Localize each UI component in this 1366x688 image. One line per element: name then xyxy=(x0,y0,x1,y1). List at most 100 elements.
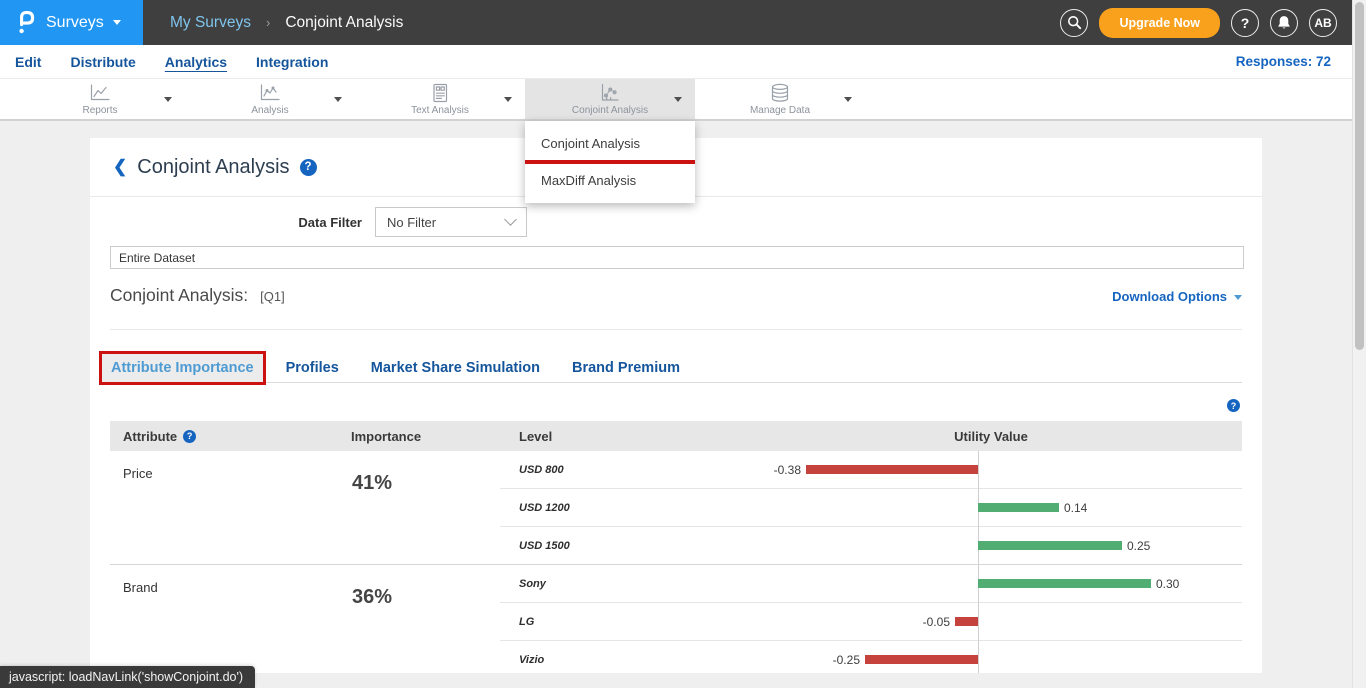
menu-item-conjoint-analysis[interactable]: Conjoint Analysis xyxy=(525,127,695,160)
attribute-name: Brand xyxy=(110,565,335,673)
attribute-name: Price xyxy=(110,451,335,564)
level-name: USD 1500 xyxy=(500,540,740,552)
breadcrumb-parent-link[interactable]: My Surveys xyxy=(170,14,251,32)
level-row: USD 800-0.38 xyxy=(500,451,1242,488)
data-filter-select[interactable]: No Filter xyxy=(375,207,527,237)
tab-brand-premium[interactable]: Brand Premium xyxy=(563,354,689,382)
nav-item-edit[interactable]: Edit xyxy=(15,54,41,70)
breadcrumb-current: Conjoint Analysis xyxy=(285,14,403,32)
page-title: Conjoint Analysis xyxy=(137,156,289,179)
negative-bar-wrap: -0.38 xyxy=(740,451,978,488)
negative-bar-wrap: -0.25 xyxy=(740,641,978,673)
section-divider xyxy=(110,329,1242,330)
product-switcher[interactable]: Surveys xyxy=(0,0,143,45)
level-row: USD 12000.14 xyxy=(500,488,1242,526)
upgrade-now-button[interactable]: Upgrade Now xyxy=(1099,8,1220,38)
tab-profiles[interactable]: Profiles xyxy=(277,354,348,382)
attribute-header-label: Attribute xyxy=(123,429,177,444)
conjoint-analysis-icon xyxy=(598,82,622,103)
analysis-section-header: Conjoint Analysis: [Q1] Download Options xyxy=(110,285,1242,311)
dataset-input[interactable] xyxy=(110,246,1244,269)
chevron-down-icon[interactable] xyxy=(674,97,682,102)
breadcrumb-separator: › xyxy=(266,15,270,30)
back-chevron-icon[interactable]: ❮ xyxy=(113,157,127,177)
header-actions: Upgrade Now ? AB xyxy=(1060,8,1352,38)
result-tabs: Attribute Importance Profiles Market Share… xyxy=(102,354,1242,383)
levels-block: USD 800-0.38USD 12000.14 USD 1500 0.25 xyxy=(500,451,1242,564)
nav-item-distribute[interactable]: Distribute xyxy=(70,54,135,70)
top-header: Surveys My Surveys › Conjoint Analysis U… xyxy=(0,0,1352,45)
utility-value-label: 0.25 xyxy=(1127,539,1150,553)
utility-value-label: 0.30 xyxy=(1156,577,1179,591)
toolbar-item-label: Analysis xyxy=(251,105,288,116)
toolbar-item-label: Conjoint Analysis xyxy=(572,105,648,116)
nav-item-integration[interactable]: Integration xyxy=(256,54,328,70)
scrollbar-thumb[interactable] xyxy=(1355,2,1364,350)
utility-bar-area: 0.25 xyxy=(740,527,1242,564)
column-header-attribute: Attribute? xyxy=(110,429,335,444)
responses-count-link[interactable]: Responses: 72 xyxy=(1236,54,1352,69)
toolbar-item-label: Text Analysis xyxy=(411,105,469,116)
toolbar-item-analysis[interactable]: Analysis xyxy=(185,79,355,119)
positive-bar-wrap: 0.14 xyxy=(978,489,1242,526)
reports-chart-icon xyxy=(88,82,112,103)
page-scrollbar[interactable] xyxy=(1352,0,1366,688)
survey-subnav: Edit Distribute Analytics Integration Respo… xyxy=(0,45,1352,79)
toolbar-item-conjoint-analysis[interactable]: Conjoint Analysis xyxy=(525,79,695,119)
section-title: Conjoint Analysis: xyxy=(110,285,248,306)
page-help-icon[interactable]: ? xyxy=(300,159,317,176)
nav-item-analytics[interactable]: Analytics xyxy=(165,54,227,70)
product-menu-label: Surveys xyxy=(46,14,104,32)
utility-value-label: -0.38 xyxy=(774,463,801,477)
table-help-icon[interactable]: ? xyxy=(1227,399,1240,412)
toolbar-item-text-analysis[interactable]: Text Analysis xyxy=(355,79,525,119)
negative-bar-wrap: -0.05 xyxy=(740,603,978,640)
table-header-row: Attribute?ImportanceLevelUtility Value xyxy=(110,421,1242,451)
utility-value-label: 0.14 xyxy=(1064,501,1087,515)
attribute-importance-table: Attribute?ImportanceLevelUtility ValuePr… xyxy=(110,421,1242,673)
notifications-button[interactable] xyxy=(1270,9,1298,37)
utility-bar xyxy=(806,465,978,474)
level-name: Sony xyxy=(500,578,740,590)
search-icon xyxy=(1067,15,1082,30)
utility-value-label: -0.25 xyxy=(833,653,860,667)
utility-bar-area: -0.38 xyxy=(740,451,1242,488)
subnav-links: Edit Distribute Analytics Integration xyxy=(15,54,357,70)
toolbar-item-manage-data[interactable]: Manage Data xyxy=(695,79,865,119)
section-question-ref: [Q1] xyxy=(260,289,285,304)
toolbar-item-label: Manage Data xyxy=(750,105,810,116)
attribute-group-brand: Brand36%Sony0.30LG-0.05Vizio-0.25 xyxy=(110,564,1242,673)
data-filter-value: No Filter xyxy=(387,215,436,230)
column-header-level: Level xyxy=(500,429,740,444)
utility-bar xyxy=(978,579,1151,588)
level-row: LG-0.05 xyxy=(500,602,1242,640)
tab-market-share-simulation[interactable]: Market Share Simulation xyxy=(362,354,549,382)
attribute-help-icon[interactable]: ? xyxy=(183,430,196,443)
text-analysis-icon xyxy=(428,82,452,103)
level-row: USD 1500 0.25 xyxy=(500,526,1242,564)
toolbar-item-reports[interactable]: Reports xyxy=(15,79,185,119)
level-row: Sony 0.30 xyxy=(500,565,1242,602)
data-filter-row: Data Filter No Filter xyxy=(90,207,1262,237)
avatar[interactable]: AB xyxy=(1309,9,1337,37)
conjoint-analysis-dropdown-menu: Conjoint Analysis MaxDiff Analysis xyxy=(525,121,695,203)
utility-bar-area: -0.05 xyxy=(740,603,1242,640)
chevron-down-icon[interactable] xyxy=(334,97,342,102)
table-help-row: ? xyxy=(112,399,1240,413)
download-options-button[interactable]: Download Options xyxy=(1112,289,1242,304)
tab-attribute-importance[interactable]: Attribute Importance xyxy=(102,354,263,382)
utility-bar xyxy=(978,503,1059,512)
help-button[interactable]: ? xyxy=(1231,9,1259,37)
search-button[interactable] xyxy=(1060,9,1088,37)
column-header-utility-value: Utility Value xyxy=(740,429,1242,444)
utility-bar xyxy=(865,655,978,664)
avatar-initials: AB xyxy=(1314,16,1331,30)
chevron-down-icon[interactable] xyxy=(164,97,172,102)
utility-bar-area: -0.25 xyxy=(740,641,1242,673)
questionpro-logo-icon xyxy=(17,9,36,36)
level-name: Vizio xyxy=(500,654,740,666)
chevron-down-icon[interactable] xyxy=(504,97,512,102)
chevron-down-icon[interactable] xyxy=(844,97,852,102)
menu-item-maxdiff-analysis[interactable]: MaxDiff Analysis xyxy=(525,164,695,197)
manage-data-icon xyxy=(768,82,792,103)
